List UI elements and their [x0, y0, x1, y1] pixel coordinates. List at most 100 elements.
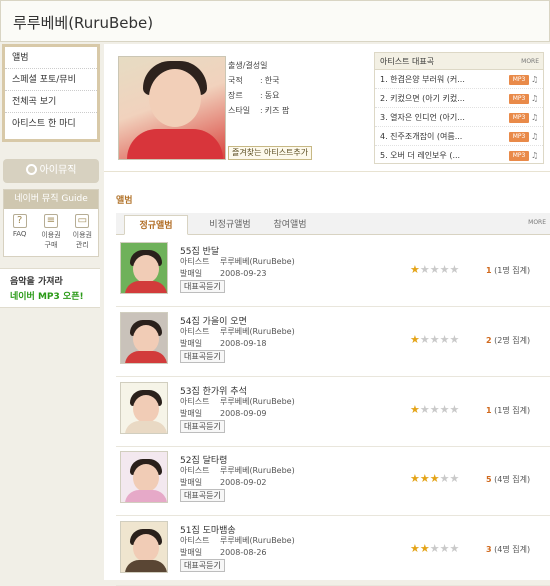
mp3-button[interactable]: MP3: [509, 132, 529, 142]
left-menu: 앨범 스페셜 포토/뮤비 전체곡 보기 아티스트 한 마디: [2, 44, 100, 142]
tab-participated-albums[interactable]: 참여앨범: [262, 215, 318, 235]
mp3-button[interactable]: MP3: [509, 113, 529, 123]
album-rating-stars[interactable]: ★★★★★: [410, 263, 459, 276]
album-cover[interactable]: [120, 312, 168, 364]
mp3-banner-line1: 음악을 가져라: [10, 277, 63, 287]
guide-faq[interactable]: ? FAQ: [6, 214, 34, 250]
star-icon: ★: [449, 472, 460, 485]
artist-info: 출생/결성일 : 국적: 한국 장르: 동요 스타일: 키즈 팝: [228, 58, 358, 118]
album-artist-label: 아티스트: [180, 397, 210, 406]
top-song-item: 5. 오버 더 레인보우 (... MP3 ♫: [375, 146, 543, 165]
album-rating-text: 1 (1명 집계): [486, 406, 531, 415]
mp3-button[interactable]: MP3: [509, 75, 529, 85]
headphone-icon[interactable]: ♫: [531, 150, 540, 161]
top-song-item: 1. 한겹은양 부러워 (커... MP3 ♫: [375, 70, 543, 89]
music-guide-box: 네이버 뮤직 Guide ? FAQ ≡ 이용권 구매 ▭ 이용권 관리: [3, 189, 99, 257]
mp3-banner-line2: 네이버 MP3 오픈!: [10, 292, 84, 302]
album-cover[interactable]: [120, 382, 168, 434]
star-icon: ★: [410, 542, 420, 555]
album-artist-line: 아티스트 루루베베(RuruBebe): [180, 396, 295, 407]
menu-item-album[interactable]: 앨범: [5, 47, 97, 69]
top-song-item: 3. 열자은 인디언 (아기... MP3 ♫: [375, 108, 543, 127]
guide-manage-ticket[interactable]: ▭ 이용권 관리: [68, 214, 96, 250]
album-cover[interactable]: [120, 451, 168, 503]
album-date-label: 발매일: [180, 478, 203, 487]
album-date-label: 발매일: [180, 548, 203, 557]
listen-sample-button[interactable]: 대표곡듣기: [180, 280, 225, 293]
star-icon: ★: [429, 333, 440, 346]
listen-sample-button[interactable]: 대표곡듣기: [180, 559, 225, 572]
top-song-title[interactable]: 5. 오버 더 레인보우 (...: [380, 146, 488, 165]
menu-item-special-photo[interactable]: 스페셜 포토/뮤비: [5, 69, 97, 91]
star-icon: ★: [449, 333, 460, 346]
listen-sample-button[interactable]: 대표곡듣기: [180, 350, 225, 363]
album-tabs: 정규앨범 비정규앨범 참여앨범 MORE: [116, 213, 550, 235]
menu-item-all-songs[interactable]: 전체곡 보기: [5, 91, 97, 113]
listen-sample-button[interactable]: 대표곡듣기: [180, 489, 225, 502]
guide-faq-label: FAQ: [12, 230, 27, 238]
album-rating-text: 5 (4명 집계): [486, 475, 531, 484]
album-date-label: 발매일: [180, 339, 203, 348]
artist-title-bar: 루루베베(RuruBebe): [0, 0, 550, 42]
album-date: 2008-08-26: [220, 548, 267, 557]
album-date-label: 발매일: [180, 409, 203, 418]
mp3-banner[interactable]: 음악을 가져라 네이버 MP3 오픈!: [0, 268, 100, 308]
album-date: 2008-09-09: [220, 409, 267, 418]
album-artist-line: 아티스트 루루베베(RuruBebe): [180, 535, 295, 546]
album-cover[interactable]: [120, 521, 168, 573]
album-row: 51집 도마뱀송 아티스트 루루베베(RuruBebe) 발매일 2008-08-2…: [116, 516, 550, 586]
tab-irregular-albums[interactable]: 비정규앨범: [200, 215, 260, 235]
star-icon: ★: [429, 472, 440, 485]
headphone-icon[interactable]: ♫: [531, 74, 540, 85]
albums-section-title: 앨범: [116, 196, 133, 206]
card-icon: ▭: [75, 214, 90, 228]
headphone-icon: [25, 164, 37, 175]
star-icon: ★: [439, 333, 450, 346]
album-artist[interactable]: 루루베베(RuruBebe): [220, 257, 295, 266]
album-rating-stars[interactable]: ★★★★★: [410, 472, 459, 485]
top-song-title[interactable]: 2. 키컸으면 (아기 키컸...: [380, 89, 488, 108]
headphone-icon[interactable]: ♫: [531, 131, 540, 142]
album-date-label: 발매일: [180, 269, 203, 278]
add-favorite-artist-button[interactable]: 즐겨찾는 아티스트추가: [228, 146, 313, 160]
mp3-button[interactable]: MP3: [509, 151, 529, 161]
album-artist-line: 아티스트 루루베베(RuruBebe): [180, 256, 295, 267]
top-songs-more-link[interactable]: MORE: [521, 53, 539, 70]
artist-photo: [118, 56, 226, 160]
imusic-button[interactable]: 아이뮤직: [3, 159, 99, 183]
album-date-line: 발매일 2008-09-23: [180, 268, 267, 279]
top-song-title[interactable]: 3. 열자은 인디언 (아기...: [380, 108, 488, 127]
question-icon: ?: [12, 214, 27, 228]
star-icon: ★: [410, 472, 420, 485]
album-rating-stars[interactable]: ★★★★★: [410, 542, 459, 555]
menu-item-artist-message[interactable]: 아티스트 한 마디: [5, 113, 97, 135]
info-row-style: 스타일: 키즈 팝: [228, 106, 290, 115]
guide-buy-ticket[interactable]: ≡ 이용권 구매: [37, 214, 65, 250]
album-cover[interactable]: [120, 242, 168, 294]
headphone-icon[interactable]: ♫: [531, 112, 540, 123]
top-songs-header: 아티스트 대표곡 MORE: [375, 53, 543, 70]
tab-regular-albums[interactable]: 정규앨범: [124, 215, 188, 235]
headphone-icon[interactable]: ♫: [531, 93, 540, 104]
star-icon: ★: [419, 472, 430, 485]
album-artist[interactable]: 루루베베(RuruBebe): [220, 327, 295, 336]
album-rating-stars[interactable]: ★★★★★: [410, 403, 459, 416]
info-row-country: 국적: 한국: [228, 76, 280, 85]
star-icon: ★: [449, 263, 460, 276]
album-date-line: 발매일 2008-08-26: [180, 547, 267, 558]
album-rating-text: 2 (2명 집계): [486, 336, 531, 345]
album-row: 52집 달타령 아티스트 루루베베(RuruBebe) 발매일 2008-09-02…: [116, 446, 550, 516]
album-artist[interactable]: 루루베베(RuruBebe): [220, 466, 295, 475]
top-song-title[interactable]: 1. 한겹은양 부러워 (커...: [380, 70, 488, 89]
album-artist[interactable]: 루루베베(RuruBebe): [220, 397, 295, 406]
mp3-button[interactable]: MP3: [509, 94, 529, 104]
album-artist-line: 아티스트 루루베베(RuruBebe): [180, 326, 295, 337]
albums-more-link[interactable]: MORE: [528, 219, 546, 226]
album-artist[interactable]: 루루베베(RuruBebe): [220, 536, 295, 545]
star-icon: ★: [410, 333, 420, 346]
listen-sample-button[interactable]: 대표곡듣기: [180, 420, 225, 433]
star-icon: ★: [419, 263, 430, 276]
album-rating-stars[interactable]: ★★★★★: [410, 333, 459, 346]
top-song-title[interactable]: 4. 진주조개잡이 (여름...: [380, 127, 488, 146]
main-content: 출생/결성일 : 국적: 한국 장르: 동요 스타일: 키즈 팝 즐겨찾는 아티스트추…: [104, 44, 550, 586]
